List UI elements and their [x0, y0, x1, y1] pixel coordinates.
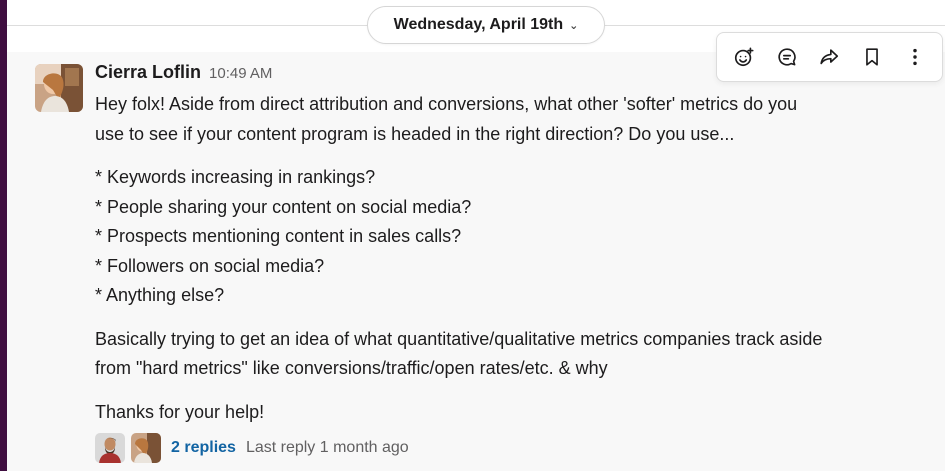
message-header: Cierra Loflin 10:49 AM	[95, 62, 272, 88]
bullet-line: * Anything else?	[95, 285, 225, 305]
more-actions-icon[interactable]	[897, 39, 933, 75]
bullet-line: * People sharing your content on social …	[95, 196, 472, 217]
bullet-line: * Followers on social media?	[95, 255, 325, 276]
last-reply-text: Last reply 1 month ago	[245, 439, 409, 456]
message-actions-toolbar	[716, 32, 943, 82]
message-line: Basically trying to get an idea of what …	[95, 328, 823, 349]
message-line: from "hard metrics" like conversions/tra…	[95, 358, 608, 378]
reply-in-thread-icon[interactable]	[769, 39, 805, 75]
reply-avatar	[95, 433, 125, 463]
save-bookmark-icon[interactable]	[854, 39, 890, 75]
message-line: Thanks for your help!	[95, 401, 265, 422]
share-icon[interactable]	[811, 39, 847, 75]
bullet-line: * Keywords increasing in rankings?	[95, 167, 376, 187]
date-label: Wednesday, April 19th	[393, 16, 564, 33]
message-body: Hey folx! Aside from direct attribution …	[95, 90, 935, 427]
thread-replies-bar[interactable]: 2 replies Last reply 1 month ago	[95, 432, 409, 464]
reply-avatar	[131, 433, 161, 463]
chevron-down-icon: ⌄	[569, 20, 579, 32]
reply-count-link[interactable]: 2 replies	[171, 439, 236, 457]
author-name[interactable]: Cierra Loflin	[95, 62, 201, 83]
bullet-line: * Prospects mentioning content in sales …	[95, 226, 462, 246]
message-line: use to see if your content program is he…	[95, 123, 735, 144]
avatar[interactable]	[35, 64, 83, 112]
message-line: Hey folx! Aside from direct attribution …	[95, 94, 798, 114]
message-timestamp[interactable]: 10:49 AM	[209, 65, 272, 82]
date-jump-button[interactable]: Wednesday, April 19th ⌄	[367, 6, 605, 44]
sidebar-edge	[0, 0, 7, 471]
add-reaction-icon[interactable]	[726, 39, 762, 75]
